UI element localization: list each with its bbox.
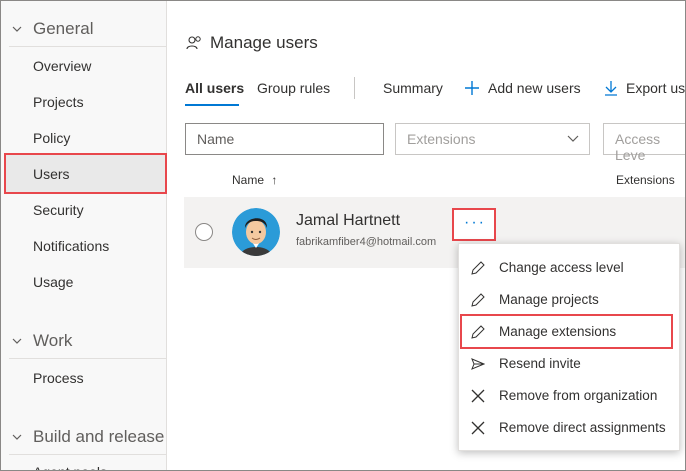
sidebar-item-notifications[interactable]: Notifications (33, 236, 109, 256)
menu-item-resend-invite[interactable]: Resend invite (459, 348, 681, 380)
extensions-column-header[interactable]: Extensions (616, 173, 675, 187)
section-work[interactable]: Work (1, 323, 167, 359)
sidebar-item-overview[interactable]: Overview (33, 56, 91, 76)
summary-label: Summary (383, 80, 443, 96)
send-icon (471, 358, 485, 370)
add-new-users-button[interactable]: Add new users (464, 80, 581, 96)
close-icon (471, 389, 485, 403)
access-level-label: Access Leve (615, 131, 661, 163)
sidebar-item-agent-pools[interactable]: Agent pools (33, 462, 107, 470)
access-level-dropdown[interactable]: Access Leve (603, 123, 685, 163)
more-actions-button[interactable]: ··· (452, 208, 496, 241)
column-label: Name (232, 173, 265, 187)
section-label: Work (33, 331, 73, 350)
app-window: General Overview Projects Policy Users S… (0, 0, 686, 471)
extensions-dropdown[interactable]: Extensions (395, 123, 590, 155)
chevron-down-icon (12, 26, 22, 32)
download-icon (605, 81, 617, 96)
divider (9, 454, 167, 455)
more-icon: ··· (464, 214, 486, 231)
chevron-down-icon (567, 135, 579, 142)
sidebar-item-security[interactable]: Security (33, 200, 84, 220)
pencil-icon (471, 261, 485, 275)
summary-button[interactable]: Summary (383, 80, 443, 96)
chevron-down-icon (12, 434, 22, 440)
plus-icon (465, 81, 479, 95)
tab-group-rules[interactable]: Group rules (257, 80, 330, 96)
divider (354, 77, 355, 99)
page-header: Manage users (186, 33, 318, 53)
menu-item-change-access-level[interactable]: Change access level (459, 252, 681, 284)
tab-bar: All users Group rules Summary Add new us… (168, 71, 685, 107)
divider (9, 46, 167, 47)
name-filter-placeholder: Name (197, 131, 235, 147)
section-label: Build and release (33, 427, 165, 446)
add-users-label: Add new users (488, 80, 581, 96)
chevron-down-icon (12, 338, 22, 344)
tab-all-users[interactable]: All users (185, 80, 244, 96)
close-icon (471, 421, 485, 435)
menu-item-label: Change access level (499, 260, 624, 275)
sidebar-item-projects[interactable]: Projects (33, 92, 84, 112)
name-column-header[interactable]: Name ↑ (232, 173, 277, 187)
sidebar-item-label: Users (33, 166, 70, 182)
avatar (232, 208, 280, 256)
page-title: Manage users (210, 33, 318, 52)
menu-item-label: Remove direct assignments (499, 420, 666, 435)
sidebar-item-usage[interactable]: Usage (33, 272, 73, 292)
row-select-radio[interactable] (195, 223, 213, 241)
menu-item-remove-direct-assignments[interactable]: Remove direct assignments (459, 412, 681, 444)
active-tab-indicator (185, 104, 239, 106)
pencil-icon (471, 293, 485, 307)
user-email: fabrikamfiber4@hotmail.com (296, 236, 437, 248)
settings-sidebar: General Overview Projects Policy Users S… (1, 1, 167, 470)
sidebar-item-process[interactable]: Process (33, 368, 84, 388)
name-filter-input[interactable]: Name (185, 123, 384, 155)
section-general[interactable]: General (1, 11, 167, 47)
menu-item-manage-projects[interactable]: Manage projects (459, 284, 681, 316)
menu-item-remove-from-organization[interactable]: Remove from organization (459, 380, 681, 412)
menu-item-label: Manage projects (499, 292, 599, 307)
divider (9, 358, 167, 359)
user-name: Jamal Hartnett (296, 212, 401, 229)
highlight-callout (460, 314, 673, 349)
menu-item-label: Remove from organization (499, 388, 658, 403)
menu-item-label: Resend invite (499, 356, 581, 371)
sidebar-item-policy[interactable]: Policy (33, 128, 70, 148)
section-build-and-release[interactable]: Build and release (1, 419, 167, 455)
sidebar-item-users[interactable]: Users (4, 153, 167, 194)
extensions-dropdown-label: Extensions (407, 131, 476, 147)
export-users-button[interactable]: Export us (604, 80, 685, 96)
users-icon (186, 36, 201, 50)
section-label: General (33, 19, 94, 38)
sort-arrow-icon: ↑ (271, 173, 278, 187)
export-label: Export us (626, 80, 686, 96)
